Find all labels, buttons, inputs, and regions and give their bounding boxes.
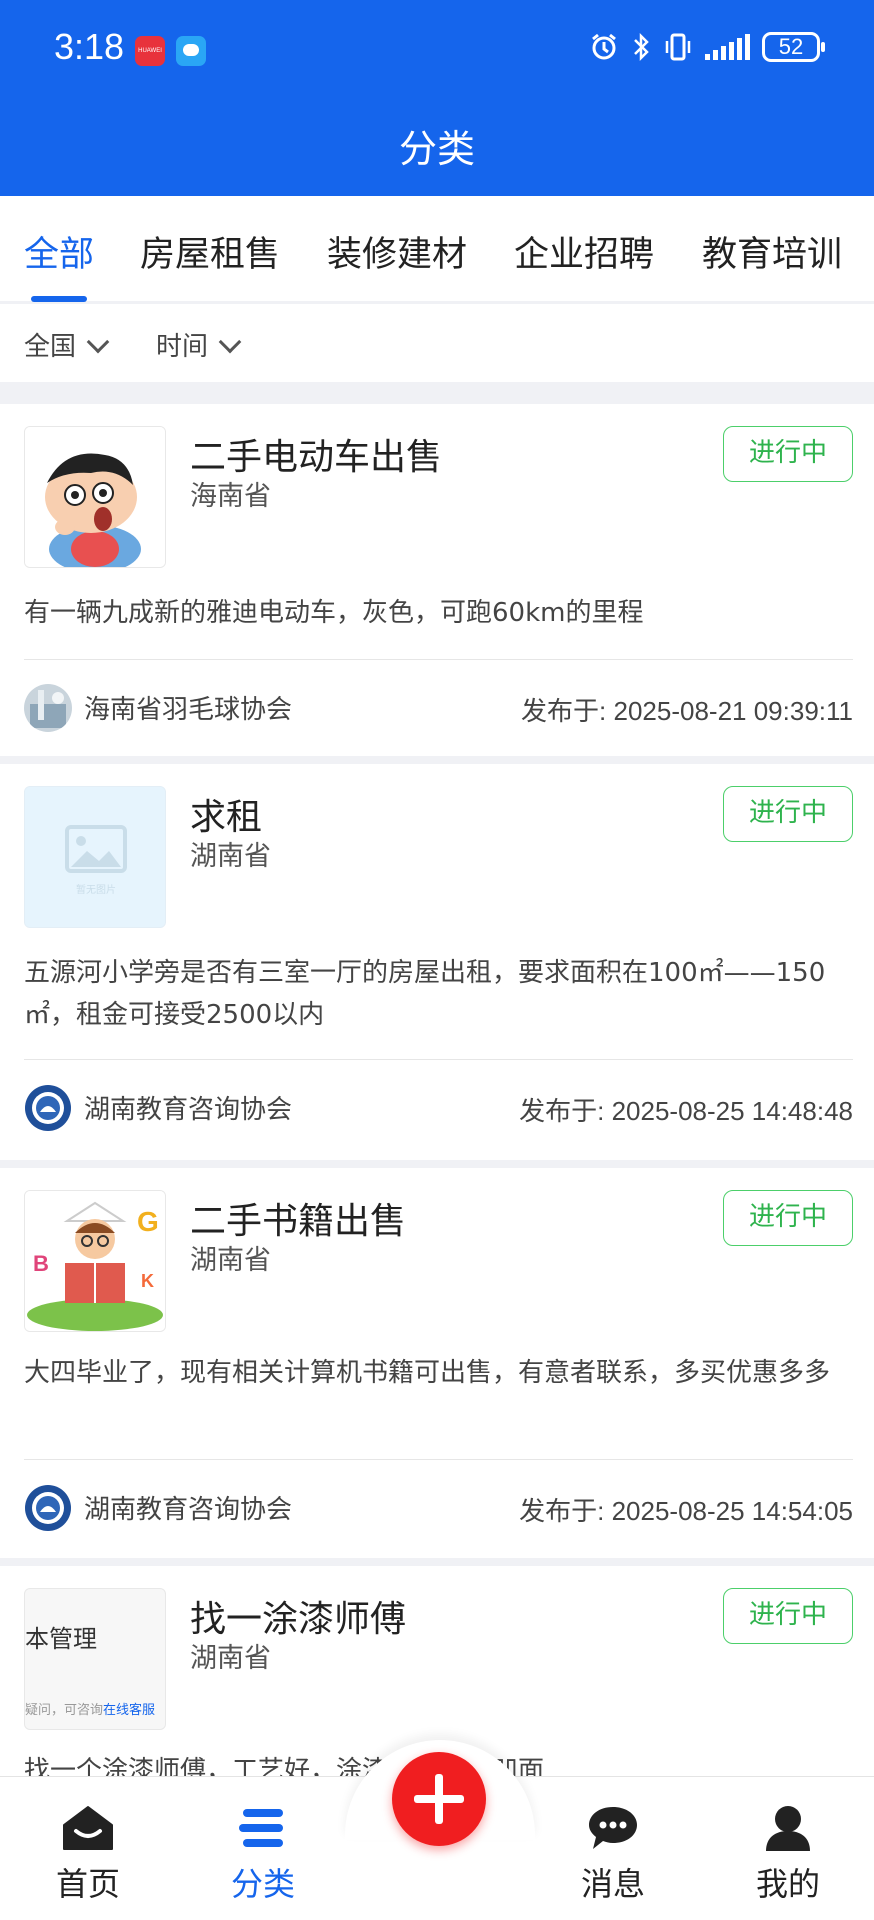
listing-region: 湖南省: [190, 1245, 271, 1276]
profile-icon: [766, 1806, 810, 1851]
reading-child-image: G B K: [24, 1190, 166, 1332]
nav-category-label: 分类: [230, 1865, 295, 1903]
home-icon: [63, 1806, 113, 1850]
listing-region: 湖南省: [190, 841, 271, 872]
card-divider: [24, 1059, 853, 1060]
author-avatar: [24, 684, 72, 732]
status-badge: 进行中: [723, 786, 853, 842]
publish-time: 发布于: 2025-08-21 09:39:11: [521, 696, 853, 726]
card-separator: [0, 1558, 874, 1566]
region-filter[interactable]: 全国: [24, 326, 110, 363]
category-tabs: 全部 房屋租售 装修建材 企业招聘 教育培训: [0, 196, 874, 304]
nav-messages[interactable]: 消息: [563, 1803, 663, 1905]
vibrate-icon: [665, 33, 691, 61]
listing-title: 二手电动车出售: [190, 437, 443, 478]
signal-icon: [705, 34, 750, 60]
region-filter-label: 全国: [24, 332, 77, 362]
svg-text:B: B: [33, 1251, 49, 1276]
add-post-button[interactable]: [392, 1752, 486, 1846]
nav-home[interactable]: 首页: [38, 1803, 138, 1905]
listing-description: 有一辆九成新的雅迪电动车，灰色，可跑60km的里程: [24, 598, 644, 628]
bluetooth-icon: [634, 32, 649, 62]
author-name: 湖南教育咨询协会: [84, 1495, 293, 1525]
status-time: 3:18: [54, 26, 125, 67]
listing-description: 大四毕业了，现有相关计算机书籍可出售，有意者联系，多买优惠多多: [24, 1358, 831, 1388]
screenshot-image: 本管理 疑问，可咨询在线客服: [24, 1588, 166, 1730]
message-app-icon: [176, 36, 206, 66]
svg-text:G: G: [137, 1206, 159, 1237]
card-separator: [0, 1160, 874, 1168]
listing-description: 五源河小学旁是否有三室一厅的房屋出租，要求面积在100㎡——150㎡，租金可接受…: [24, 958, 826, 1030]
cartoon-boy-image: [24, 426, 166, 568]
nav-profile[interactable]: 我的: [738, 1803, 838, 1905]
author-name: 海南省羽毛球协会: [84, 695, 293, 725]
status-icons: 52: [589, 32, 825, 62]
app-header: 3:18 HUAWEI 52 分类: [0, 0, 874, 196]
card-separator: [0, 756, 874, 764]
nav-category[interactable]: 分类: [213, 1803, 313, 1905]
nav-home-label: 首页: [55, 1865, 120, 1903]
listing-card[interactable]: 二手电动车出售 海南省 进行中 有一辆九成新的雅迪电动车，灰色，可跑60km的里…: [0, 404, 874, 756]
publish-time: 发布于: 2025-08-25 14:48:48: [519, 1096, 853, 1126]
huawei-app-icon: HUAWEI: [135, 36, 165, 66]
card-divider: [24, 1459, 853, 1460]
status-bar: 3:18 HUAWEI 52: [0, 0, 874, 100]
time-filter-label: 时间: [156, 332, 209, 362]
section-divider: [0, 382, 874, 404]
alarm-icon: [592, 33, 616, 60]
tab-housing[interactable]: 房屋租售: [140, 226, 280, 277]
tab-all[interactable]: 全部: [24, 226, 94, 277]
listing-title: 求租: [190, 797, 263, 838]
thumb-text: 本管理: [25, 1625, 97, 1653]
nav-profile-label: 我的: [755, 1865, 820, 1903]
nav-messages-label: 消息: [580, 1865, 645, 1903]
tab-recruitment[interactable]: 企业招聘: [514, 226, 654, 277]
message-icon: [589, 1807, 637, 1849]
time-filter[interactable]: 时间: [156, 326, 242, 363]
page-title: 分类: [398, 127, 475, 171]
listing-region: 湖南省: [190, 1643, 271, 1674]
listing-card[interactable]: G B K 二手书籍出售 湖南省 进行中 大四毕业了，现有相关计算机书籍可出售，…: [0, 1168, 874, 1558]
status-badge: 进行中: [723, 426, 853, 482]
listing-card[interactable]: 暂无图片 求租 湖南省 进行中 五源河小学旁是否有三室一厅的房屋出租，要求面积在…: [0, 764, 874, 1160]
battery-icon: 52: [762, 32, 825, 62]
chevron-down-icon: [86, 330, 110, 353]
association-logo-icon: [24, 1084, 72, 1132]
listing-region: 海南省: [190, 481, 271, 512]
listing-title: 二手书籍出售: [190, 1201, 407, 1242]
listing-title: 找一涂漆师傅: [190, 1599, 407, 1640]
thumb-subtext: 疑问，可咨询在线客服: [25, 1703, 156, 1718]
category-icon: [239, 1809, 283, 1847]
status-badge: 进行中: [723, 1588, 853, 1644]
placeholder-caption: 暂无图片: [76, 885, 116, 896]
association-logo-icon: [24, 1484, 72, 1532]
status-badge: 进行中: [723, 1190, 853, 1246]
svg-text:K: K: [141, 1271, 154, 1291]
tab-decoration[interactable]: 装修建材: [327, 226, 467, 277]
placeholder-image: 暂无图片: [24, 786, 166, 928]
author-name: 湖南教育咨询协会: [84, 1095, 293, 1125]
card-divider: [24, 659, 853, 660]
active-tab-indicator: [31, 296, 87, 302]
publish-time: 发布于: 2025-08-25 14:54:05: [519, 1496, 853, 1526]
filter-bar: 全国 时间: [0, 306, 874, 382]
tab-education[interactable]: 教育培训: [702, 226, 842, 277]
chevron-down-icon: [218, 330, 242, 353]
